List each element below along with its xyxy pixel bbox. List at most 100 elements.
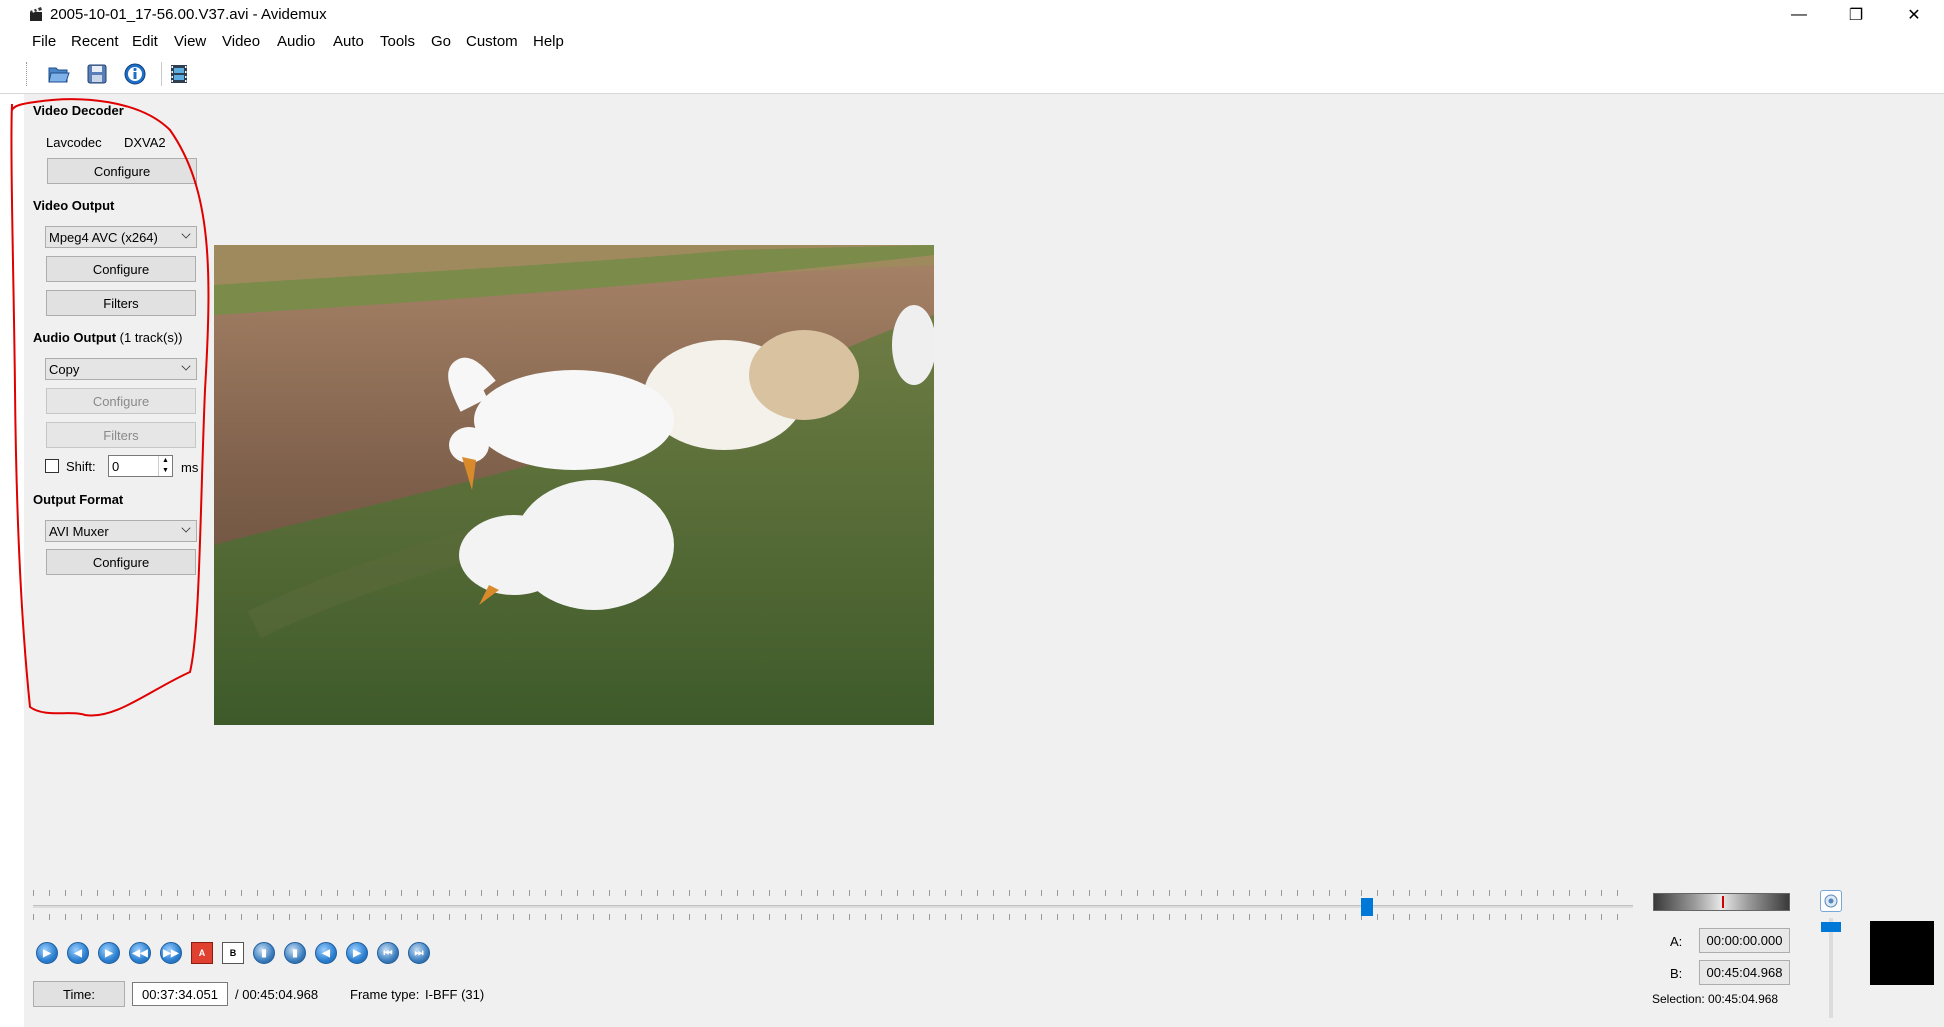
next-keyframe-button[interactable]: ▶▶	[160, 942, 182, 964]
timeline-ticks-top	[33, 890, 1633, 896]
video-filters-button[interactable]: Filters	[46, 290, 196, 316]
next-black-frame-button[interactable]: ▶	[346, 942, 368, 964]
total-time: / 00:45:04.968	[235, 987, 319, 1002]
marker-a-icon: A	[198, 948, 206, 958]
chevron-down-icon	[181, 229, 191, 239]
menu-help[interactable]: Help	[533, 33, 564, 50]
mini-preview	[1870, 921, 1934, 985]
minimize-icon: —	[1791, 6, 1807, 23]
volume-icon[interactable]	[1820, 890, 1842, 912]
last-frame-button[interactable]: ⏭	[408, 942, 430, 964]
menu-recent[interactable]: Recent	[71, 33, 119, 50]
previous-frame-button[interactable]: ◀	[67, 942, 89, 964]
save-icon[interactable]	[85, 62, 109, 86]
menu-edit[interactable]: Edit	[132, 33, 158, 50]
next-frame-button[interactable]: ▶	[98, 942, 120, 964]
shift-checkbox[interactable]	[45, 459, 59, 473]
close-button[interactable]: ✕	[1885, 0, 1943, 30]
play-icon: ▶	[43, 947, 51, 959]
speaker-icon	[1824, 894, 1838, 908]
frame-type-value: I-BFF (31)	[425, 987, 485, 1002]
play-button[interactable]: ▶	[36, 942, 58, 964]
set-marker-a-button[interactable]: A	[191, 942, 213, 964]
time-button[interactable]: Time:	[33, 981, 125, 1007]
back-icon: ◀	[74, 947, 82, 959]
muxer-select[interactable]: AVI Muxer	[45, 520, 197, 542]
audio-codec-value: Copy	[49, 361, 80, 377]
output-format-heading: Output Format	[33, 492, 124, 507]
marker-b-label: B:	[1670, 966, 1683, 981]
left-margin	[0, 94, 24, 1027]
open-icon[interactable]	[47, 62, 71, 86]
marker-b-icon: B	[229, 948, 237, 958]
forward-icon: ▶	[105, 947, 113, 959]
audio-level-meter	[1653, 893, 1790, 911]
next-black-icon: ▶	[353, 947, 361, 959]
menu-go[interactable]: Go	[431, 33, 451, 50]
marker-a-label: A:	[1670, 934, 1683, 949]
window-title: 2005-10-01_17-56.00.V37.avi - Avidemux	[50, 6, 327, 23]
toolbar-grip	[26, 62, 29, 86]
level-marker	[1722, 896, 1724, 908]
timeline-handle[interactable]	[1361, 898, 1373, 916]
audio-codec-select[interactable]: Copy	[45, 358, 197, 380]
previous-black-frame-button[interactable]: ◀	[315, 942, 337, 964]
goto-a-icon: ▮	[261, 947, 267, 959]
goto-marker-a-button[interactable]: ▮	[253, 942, 275, 964]
goto-marker-b-button[interactable]: ▮	[284, 942, 306, 964]
timeline-ticks-bottom	[33, 914, 1633, 920]
menu-custom[interactable]: Custom	[466, 33, 518, 50]
selection-duration: Selection: 00:45:04.968	[1652, 992, 1779, 1006]
first-frame-button[interactable]: ⏮	[377, 942, 399, 964]
restore-icon: ❐	[1848, 7, 1864, 24]
timeline[interactable]	[33, 888, 1633, 922]
video-codec-value: Mpeg4 AVC (x264)	[49, 229, 158, 245]
set-marker-b-button[interactable]: B	[222, 942, 244, 964]
decoder-configure-button[interactable]: Configure	[47, 158, 197, 184]
menu-auto[interactable]: Auto	[333, 33, 364, 50]
shift-spinbox[interactable]: 0 ▲ ▼	[108, 455, 173, 477]
marker-a-field: 00:00:00.000	[1699, 928, 1790, 953]
minimize-button[interactable]: —	[1770, 0, 1828, 30]
menu-tools[interactable]: Tools	[380, 33, 415, 50]
volume-slider[interactable]	[1829, 918, 1833, 1018]
toolbar	[0, 54, 1944, 94]
marker-b-field: 00:45:04.968	[1699, 960, 1790, 985]
video-codec-select[interactable]: Mpeg4 AVC (x264)	[45, 226, 197, 248]
spin-up-icon[interactable]: ▲	[159, 456, 172, 466]
video-output-heading: Video Output	[33, 198, 115, 213]
decoder-hw: DXVA2	[124, 135, 166, 150]
menu-view[interactable]: View	[174, 33, 206, 50]
close-icon: ✕	[1907, 7, 1921, 24]
video-configure-button[interactable]: Configure	[46, 256, 196, 282]
menu-video[interactable]: Video	[222, 33, 260, 50]
muxer-configure-button[interactable]: Configure	[46, 549, 196, 575]
first-frame-icon: ⏮	[383, 947, 393, 959]
fast-forward-icon: ▶▶	[163, 947, 179, 959]
last-frame-icon: ⏭	[414, 947, 424, 959]
current-time-field[interactable]: 00:37:34.051	[132, 982, 228, 1006]
shift-unit: ms	[181, 460, 199, 475]
volume-handle[interactable]	[1821, 922, 1841, 932]
info-icon[interactable]	[123, 62, 147, 86]
frame-type-label: Frame type:	[350, 987, 420, 1002]
timeline-groove[interactable]	[33, 905, 1633, 908]
video-decoder-heading: Video Decoder	[33, 103, 124, 118]
goto-b-icon: ▮	[292, 947, 298, 959]
menu-file[interactable]: File	[32, 33, 56, 50]
spin-down-icon[interactable]: ▼	[159, 466, 172, 476]
clapperboard-icon	[30, 7, 42, 21]
film-properties-icon[interactable]	[167, 62, 191, 86]
chevron-down-icon	[181, 523, 191, 533]
decoder-name: Lavcodec	[46, 135, 102, 150]
goose-frame-image	[214, 245, 934, 725]
maximize-button[interactable]: ❐	[1827, 0, 1885, 30]
audio-track-count: (1 track(s))	[119, 330, 183, 345]
previous-keyframe-button[interactable]: ◀◀	[129, 942, 151, 964]
shift-label: Shift:	[66, 459, 96, 474]
video-preview	[214, 245, 934, 725]
audio-filters-button[interactable]: Filters	[46, 422, 196, 448]
spin-arrows[interactable]: ▲ ▼	[158, 456, 172, 476]
menu-audio[interactable]: Audio	[277, 33, 315, 50]
audio-configure-button[interactable]: Configure	[46, 388, 196, 414]
